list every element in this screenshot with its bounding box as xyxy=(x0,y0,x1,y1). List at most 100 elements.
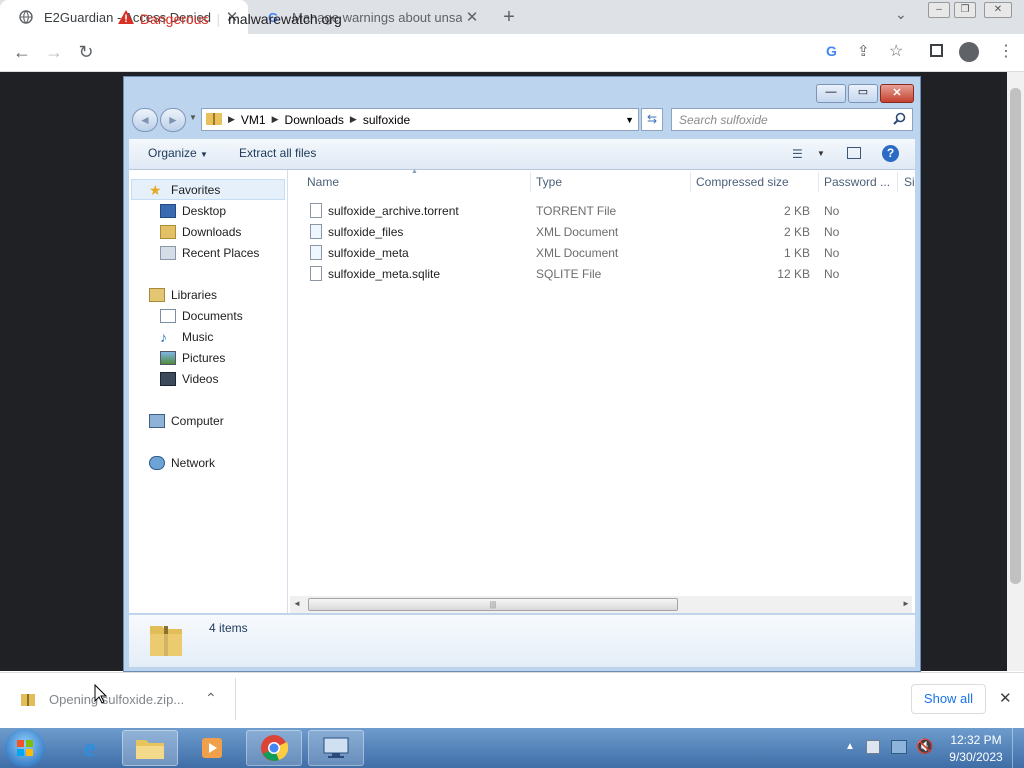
reload-icon[interactable]: ↻ xyxy=(72,34,100,71)
breadcrumb-sulfoxide[interactable]: sulfoxide xyxy=(357,113,416,127)
breadcrumb-separator-icon[interactable]: ▶ xyxy=(272,114,279,125)
omnibox[interactable]: Dangerous | malwarewatch.org xyxy=(106,4,926,33)
breadcrumb-vm1[interactable]: VM1 xyxy=(235,113,272,127)
nav-network[interactable]: Network xyxy=(149,452,215,473)
address-dropdown-icon[interactable]: ▼ xyxy=(625,115,634,125)
nav-pictures[interactable]: Pictures xyxy=(160,347,225,368)
file-explorer-icon[interactable] xyxy=(122,730,178,766)
media-player-icon[interactable] xyxy=(184,730,240,766)
download-chevron-up-icon[interactable]: ⌃ xyxy=(205,690,217,707)
volume-muted-icon[interactable]: 🔇 xyxy=(916,738,933,755)
menu-kebab-icon[interactable]: ⋮ xyxy=(998,41,1014,61)
file-row[interactable]: sulfoxide_meta XML Document 1 KB No xyxy=(306,243,866,264)
explorer-close-icon[interactable]: ✕ xyxy=(880,84,914,103)
clock-time[interactable]: 12:32 PM xyxy=(946,733,1006,747)
nav-computer[interactable]: Computer xyxy=(149,410,224,431)
column-divider[interactable] xyxy=(690,172,691,192)
back-icon[interactable]: ← xyxy=(8,34,36,71)
page-scrollbar-thumb[interactable] xyxy=(1010,88,1021,584)
breadcrumb-separator-icon[interactable]: ▶ xyxy=(350,114,357,125)
column-divider[interactable] xyxy=(897,172,898,192)
clock-date[interactable]: 9/30/2023 xyxy=(946,750,1006,764)
item-count: 4 items xyxy=(209,621,248,635)
chevron-down-icon: ▼ xyxy=(200,150,208,159)
minimize-icon[interactable]: – xyxy=(928,2,950,18)
explorer-search-input[interactable]: Search sulfoxide xyxy=(671,108,913,131)
nav-videos[interactable]: Videos xyxy=(160,368,218,389)
close-window-icon[interactable]: ✕ xyxy=(984,2,1012,18)
file-row[interactable]: sulfoxide_archive.torrent TORRENT File 2… xyxy=(306,201,866,222)
file-icon xyxy=(310,203,322,218)
xml-file-icon xyxy=(310,224,322,239)
view-dropdown-chevron-icon[interactable]: ▼ xyxy=(817,149,825,158)
explorer-address-bar[interactable]: ▶ VM1 ▶ Downloads ▶ sulfoxide ▼ xyxy=(201,108,639,131)
chrome-icon[interactable] xyxy=(246,730,302,766)
bookmark-star-icon[interactable]: ☆ xyxy=(889,41,903,61)
restore-icon[interactable]: ❐ xyxy=(954,2,976,18)
profile-avatar-icon[interactable] xyxy=(959,42,979,62)
column-divider[interactable] xyxy=(530,172,531,192)
mouse-cursor-icon xyxy=(94,683,108,709)
explorer-maximize-icon[interactable]: ▭ xyxy=(848,84,878,103)
explorer-forward-icon[interactable]: ► xyxy=(160,108,186,132)
breadcrumb-downloads[interactable]: Downloads xyxy=(279,113,350,127)
file-size: 2 KB xyxy=(783,225,810,239)
column-header-name[interactable]: Name xyxy=(307,170,339,194)
network-icon xyxy=(149,455,165,470)
horizontal-scrollbar-thumb[interactable]: ||| xyxy=(308,598,678,611)
remote-desktop-icon[interactable] xyxy=(308,730,364,766)
close-downloads-bar-icon[interactable]: ✕ xyxy=(999,689,1012,707)
search-icon[interactable] xyxy=(893,112,906,130)
side-panel-icon[interactable] xyxy=(930,44,943,57)
nav-favorites[interactable]: ★ Favorites xyxy=(149,179,220,200)
security-label[interactable]: Dangerous xyxy=(140,11,209,27)
breadcrumb-separator-icon[interactable]: ▶ xyxy=(228,114,235,125)
nav-documents[interactable]: Documents xyxy=(160,305,243,326)
nav-recent-places[interactable]: Recent Places xyxy=(160,242,259,263)
nav-music[interactable]: ♪ Music xyxy=(160,326,213,347)
browser-toolbar xyxy=(0,34,1024,72)
show-all-button[interactable]: Show all xyxy=(911,684,986,714)
show-hidden-icons-icon[interactable]: ▲ xyxy=(845,741,855,752)
network-tray-icon[interactable] xyxy=(891,740,907,754)
view-options-icon[interactable]: ☰ xyxy=(792,147,803,161)
column-header-type[interactable]: Type xyxy=(536,170,562,194)
column-header-size[interactable]: Si xyxy=(904,170,915,194)
nav-downloads-label: Downloads xyxy=(182,224,242,239)
warning-icon[interactable] xyxy=(118,10,134,27)
column-header-password[interactable]: Password ... xyxy=(824,170,890,194)
scroll-right-icon[interactable]: ► xyxy=(902,599,910,608)
action-center-icon[interactable] xyxy=(866,740,880,754)
extract-all-files-button[interactable]: Extract all files xyxy=(239,146,316,160)
refresh-icon[interactable]: ⇆ xyxy=(641,108,663,131)
forward-icon[interactable]: → xyxy=(40,34,68,71)
computer-icon xyxy=(149,413,165,428)
show-desktop-button[interactable] xyxy=(1012,728,1024,768)
column-header-compressed-size[interactable]: Compressed size xyxy=(696,170,789,194)
file-row[interactable]: sulfoxide_files XML Document 2 KB No xyxy=(306,222,866,243)
help-icon[interactable]: ? xyxy=(882,145,899,162)
scroll-left-icon[interactable]: ◄ xyxy=(293,599,301,608)
download-item-label[interactable]: Opening sulfoxide.zip... xyxy=(49,692,184,707)
sort-ascending-icon: ▲ xyxy=(411,168,418,175)
nav-favorites-label: Favorites xyxy=(171,182,221,197)
nav-pictures-label: Pictures xyxy=(182,350,226,365)
url-divider: | xyxy=(216,10,221,27)
zip-folder-large-icon xyxy=(148,620,184,663)
share-icon[interactable]: ⇪ xyxy=(857,42,870,60)
recent-pages-chevron-icon[interactable]: ▼ xyxy=(189,113,197,122)
column-divider[interactable] xyxy=(818,172,819,192)
nav-desktop[interactable]: Desktop xyxy=(160,200,226,221)
organize-button[interactable]: Organize ▼ xyxy=(148,146,208,160)
explorer-back-icon[interactable]: ◄ xyxy=(132,108,158,132)
url-text[interactable]: malwarewatch.org xyxy=(228,11,342,27)
nav-downloads[interactable]: Downloads xyxy=(160,221,241,242)
internet-explorer-icon[interactable]: e xyxy=(62,730,118,766)
file-size: 2 KB xyxy=(783,204,810,218)
file-row[interactable]: sulfoxide_meta.sqlite SQLITE File 12 KB … xyxy=(306,264,866,285)
google-lens-icon[interactable]: G xyxy=(826,43,837,59)
file-type: SQLITE File xyxy=(536,267,602,281)
explorer-minimize-icon[interactable]: — xyxy=(816,84,846,103)
nav-libraries[interactable]: Libraries xyxy=(149,284,217,305)
preview-pane-icon[interactable] xyxy=(847,147,861,159)
